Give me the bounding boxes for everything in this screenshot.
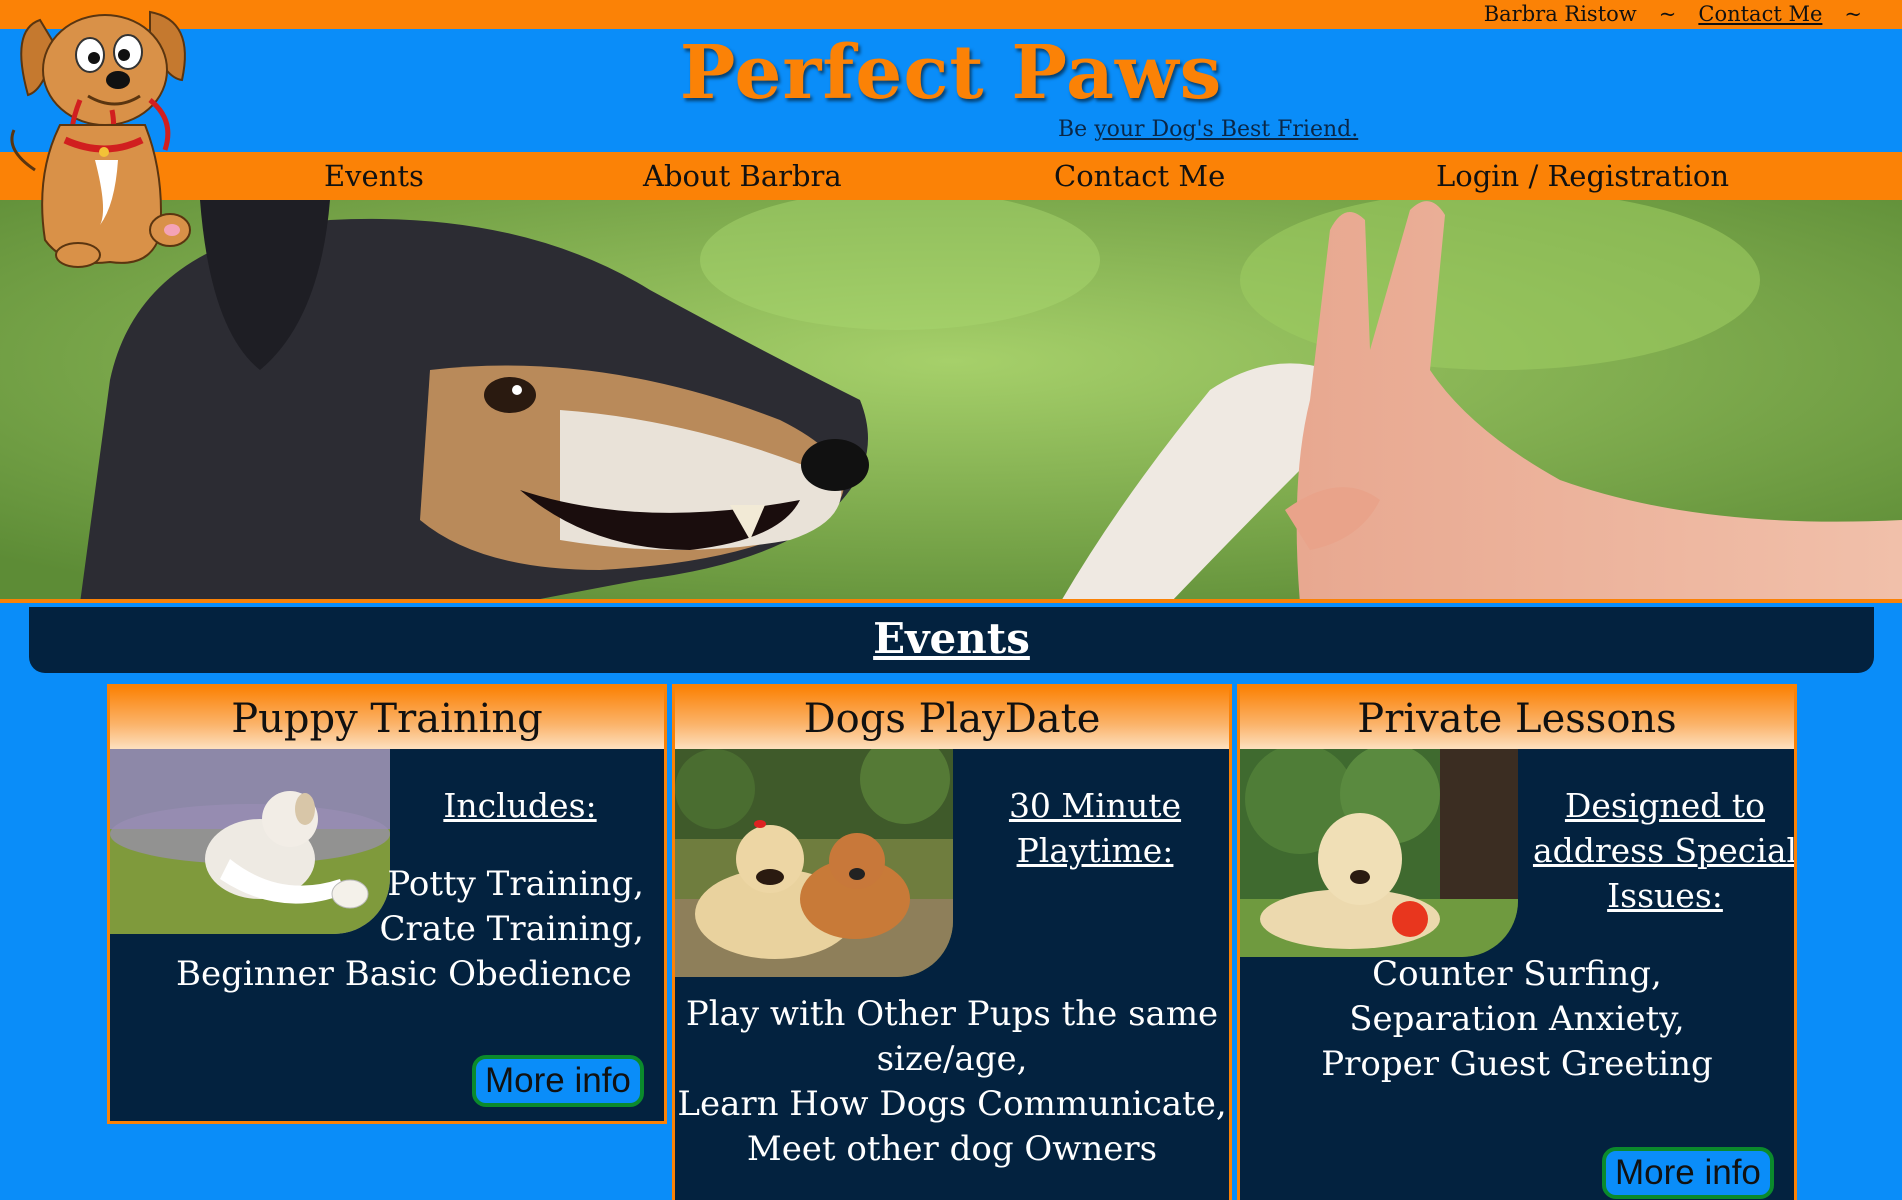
tagline-link[interactable]: your Dog's Best Friend. (1094, 117, 1358, 142)
event-card-private-lessons: Private Lessons Designed to address Spec… (1237, 684, 1797, 1200)
nav-about[interactable]: About Barbra (643, 159, 842, 193)
card-title: Dogs PlayDate (675, 687, 1229, 749)
subtitle-line: Playtime: (1016, 831, 1174, 870)
event-card-puppy-training: Puppy Training Includes: Potty Training,… (107, 684, 667, 1124)
top-utility-bar: Barbra Ristow ~ Contact Me ~ (0, 0, 1902, 29)
body-line: Meet other dog Owners (746, 1129, 1158, 1169)
card-subtitle: 30 Minute Playtime: (975, 783, 1215, 873)
separator: ~ (1658, 2, 1677, 26)
subtitle-line: Designed to (1564, 786, 1766, 825)
two-dogs-in-yard-image (675, 749, 953, 977)
events-section-header: Events (29, 607, 1874, 673)
dog-high-five-illustration (0, 200, 1902, 599)
site-title: Perfect Paws (679, 30, 1223, 116)
lab-dog-photo (1240, 749, 1518, 957)
body-line: Play with Other Pups the same (685, 994, 1219, 1034)
nav-login[interactable]: Login / Registration (1436, 159, 1729, 193)
more-info-button[interactable]: More info (472, 1055, 644, 1107)
body-line: Counter Surfing, (1372, 954, 1662, 994)
subtitle-line: Issues: (1607, 876, 1723, 915)
more-info-button[interactable]: More info (1602, 1147, 1774, 1199)
subtitle-line: 30 Minute (1008, 786, 1182, 825)
puppy-mascot-logo (10, 10, 191, 268)
event-card-dogs-playdate: Dogs PlayDate 30 Minute Playtime: Play w… (672, 684, 1232, 1200)
body-line: Proper Guest Greeting (1321, 1044, 1713, 1084)
card-title: Puppy Training (110, 687, 664, 749)
card-body-line-3: Beginner Basic Obedience (176, 954, 632, 994)
card-subtitle: Designed to address Special Issues: (1530, 783, 1797, 918)
tagline-prefix: Be (1058, 117, 1088, 142)
body-line: Potty Training, (387, 864, 644, 904)
body-line: size/age, (876, 1039, 1028, 1079)
separator: ~ (1844, 2, 1862, 26)
nav-events[interactable]: Events (324, 159, 424, 193)
card-title: Private Lessons (1240, 687, 1794, 749)
subtitle-line: address Special (1532, 831, 1797, 870)
two-dogs-photo (675, 749, 953, 977)
labrador-with-ball-image (1240, 749, 1518, 957)
hero-image (0, 200, 1902, 603)
card-subtitle: Includes: (443, 786, 597, 825)
body-line: Crate Training, (379, 909, 644, 949)
body-line: Learn How Dogs Communicate, (677, 1084, 1227, 1124)
main-nav: Events About Barbra Contact Me Login / R… (0, 152, 1902, 200)
top-links: Barbra Ristow ~ Contact Me ~ (1484, 2, 1862, 26)
body-line: Separation Anxiety, (1349, 999, 1685, 1039)
top-contact-link[interactable]: Contact Me (1698, 2, 1822, 26)
card-body: Play with Other Pups the same size/age, … (675, 992, 1229, 1172)
card-body: Counter Surfing, Separation Anxiety, Pro… (1240, 952, 1794, 1087)
card-body: Potty Training, Crate Training, (110, 862, 660, 952)
events-heading[interactable]: Events (873, 614, 1030, 663)
user-name: Barbra Ristow (1483, 2, 1637, 26)
tagline: Be your Dog's Best Friend. (1058, 117, 1358, 142)
nav-contact[interactable]: Contact Me (1054, 159, 1225, 193)
